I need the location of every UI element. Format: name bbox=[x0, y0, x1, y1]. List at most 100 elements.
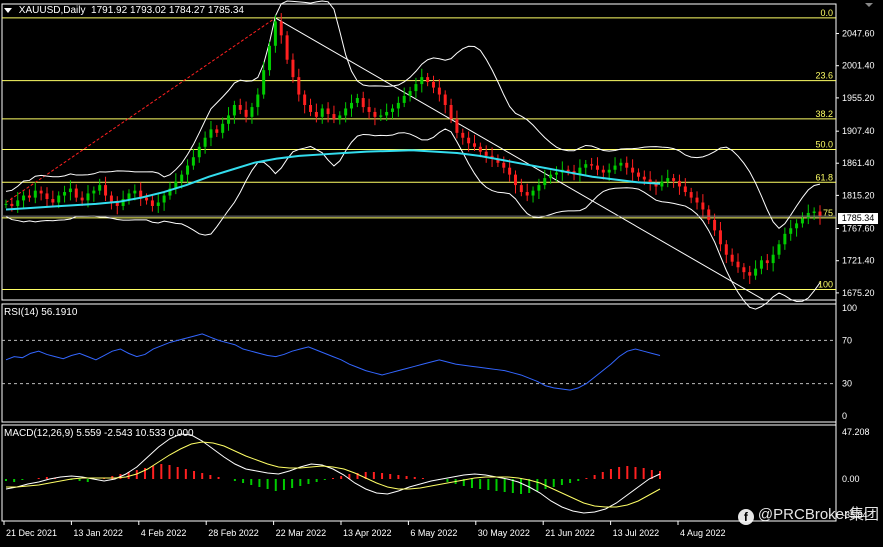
candle-body bbox=[748, 272, 752, 276]
candle-body bbox=[309, 104, 313, 112]
candle-body bbox=[86, 193, 90, 201]
symbol-label: XAUUSD,Daily bbox=[18, 5, 86, 16]
candle-body bbox=[10, 203, 14, 206]
candle-body bbox=[285, 35, 289, 60]
candle-body bbox=[642, 176, 646, 180]
candle-body bbox=[742, 267, 746, 273]
candle-body bbox=[783, 233, 787, 245]
candle-body bbox=[566, 169, 570, 172]
candle-body bbox=[303, 94, 307, 105]
candle-body bbox=[631, 167, 635, 173]
candle-body bbox=[221, 123, 225, 133]
candle-body bbox=[765, 260, 769, 264]
candle-body bbox=[180, 174, 184, 182]
candle-body bbox=[513, 174, 517, 186]
candle-body bbox=[795, 223, 799, 229]
candle-body bbox=[472, 143, 476, 147]
date-label-7: 30 May 2022 bbox=[478, 528, 530, 538]
candle-body bbox=[402, 95, 406, 103]
candle-body bbox=[4, 203, 8, 205]
fib-label-4: 61.8 bbox=[815, 172, 833, 182]
price-axis-label-0: 2047.60 bbox=[842, 29, 875, 39]
candle-body bbox=[759, 260, 763, 269]
candle-body bbox=[367, 107, 371, 112]
candle-body bbox=[256, 94, 260, 108]
candle-body bbox=[607, 169, 611, 173]
high-value: 1793.02 bbox=[129, 5, 167, 16]
candle-body bbox=[51, 199, 55, 203]
candle-body bbox=[502, 162, 506, 168]
price-axis-label-1: 2001.40 bbox=[842, 61, 875, 71]
rsi-axis-label-3: 0 bbox=[842, 411, 847, 421]
candle-body bbox=[531, 190, 535, 196]
open-value: 1791.92 bbox=[91, 5, 128, 16]
candle-body bbox=[677, 180, 681, 187]
candle-body bbox=[455, 118, 459, 133]
candle-body bbox=[549, 174, 553, 179]
macd-axis-label-0: 47.208 bbox=[842, 427, 870, 437]
candle-body bbox=[666, 178, 670, 182]
candle-body bbox=[672, 178, 676, 181]
rsi-label: RSI(14) 56.1910 bbox=[4, 307, 78, 318]
date-label-10: 4 Aug 2022 bbox=[680, 528, 726, 538]
candle-body bbox=[314, 111, 318, 117]
candle-body bbox=[525, 192, 529, 196]
scroll-marker-icon bbox=[865, 3, 873, 7]
candle-body bbox=[625, 162, 629, 168]
candle-body bbox=[689, 192, 693, 198]
candle-body bbox=[127, 193, 131, 200]
fib-label-6: 100 bbox=[818, 280, 833, 290]
candle-body bbox=[449, 104, 453, 119]
candle-body bbox=[754, 268, 758, 276]
rsi-axis-label-0: 100 bbox=[842, 303, 857, 313]
low-value: 1784.27 bbox=[168, 5, 206, 16]
candle-body bbox=[554, 172, 558, 175]
candle-body bbox=[636, 172, 640, 177]
price-axis-label-8: 1675.20 bbox=[842, 288, 875, 298]
candle-body bbox=[268, 45, 272, 71]
candle-body bbox=[74, 188, 78, 198]
candle-body bbox=[385, 111, 389, 116]
candle-body bbox=[391, 108, 395, 112]
candle-body bbox=[595, 165, 599, 170]
candle-body bbox=[508, 167, 512, 175]
candle-body bbox=[33, 190, 37, 198]
date-label-0: 21 Dec 2021 bbox=[6, 528, 57, 538]
chart-header: XAUUSD,Daily 1791.92 1793.02 1784.27 178… bbox=[4, 5, 244, 16]
rsi-line bbox=[5, 333, 661, 391]
candle-body bbox=[736, 261, 740, 268]
candle-body bbox=[162, 195, 166, 203]
candle-body bbox=[57, 195, 61, 203]
candle-body bbox=[408, 91, 412, 96]
candle-body bbox=[27, 195, 31, 198]
collapse-triangle-icon[interactable] bbox=[4, 7, 12, 13]
candle-body bbox=[467, 137, 471, 144]
price-axis-label-2: 1955.20 bbox=[842, 93, 875, 103]
candle-body bbox=[133, 190, 137, 194]
facebook-icon: f bbox=[737, 509, 754, 525]
rsi-axis-label-1: 70 bbox=[842, 335, 852, 345]
candle-body bbox=[98, 185, 102, 191]
date-label-6: 6 May 2022 bbox=[410, 528, 457, 538]
macd-label: MACD(12,26,9) 5.559 -2.543 10.533 0.000 bbox=[4, 428, 194, 439]
candle-body bbox=[396, 102, 400, 109]
candle-body bbox=[186, 165, 190, 175]
candle-body bbox=[683, 186, 687, 193]
candle-body bbox=[519, 185, 523, 193]
candle-body bbox=[373, 111, 377, 117]
candle-body bbox=[232, 104, 236, 116]
date-label-4: 22 Mar 2022 bbox=[276, 528, 327, 538]
candle-body bbox=[320, 108, 324, 117]
candle-body bbox=[215, 129, 219, 133]
lower-band bbox=[5, 128, 821, 310]
rsi-axis-label-2: 30 bbox=[842, 379, 852, 389]
candle-body bbox=[789, 228, 793, 234]
date-label-1: 13 Jan 2022 bbox=[73, 528, 123, 538]
candle-body bbox=[426, 77, 430, 83]
fib-label-2: 38.2 bbox=[815, 109, 833, 119]
candle-body bbox=[613, 165, 617, 170]
price-axis-label-3: 1907.40 bbox=[842, 126, 875, 136]
candle-body bbox=[812, 211, 816, 213]
macd-line bbox=[5, 433, 661, 514]
candle-body bbox=[584, 164, 588, 168]
